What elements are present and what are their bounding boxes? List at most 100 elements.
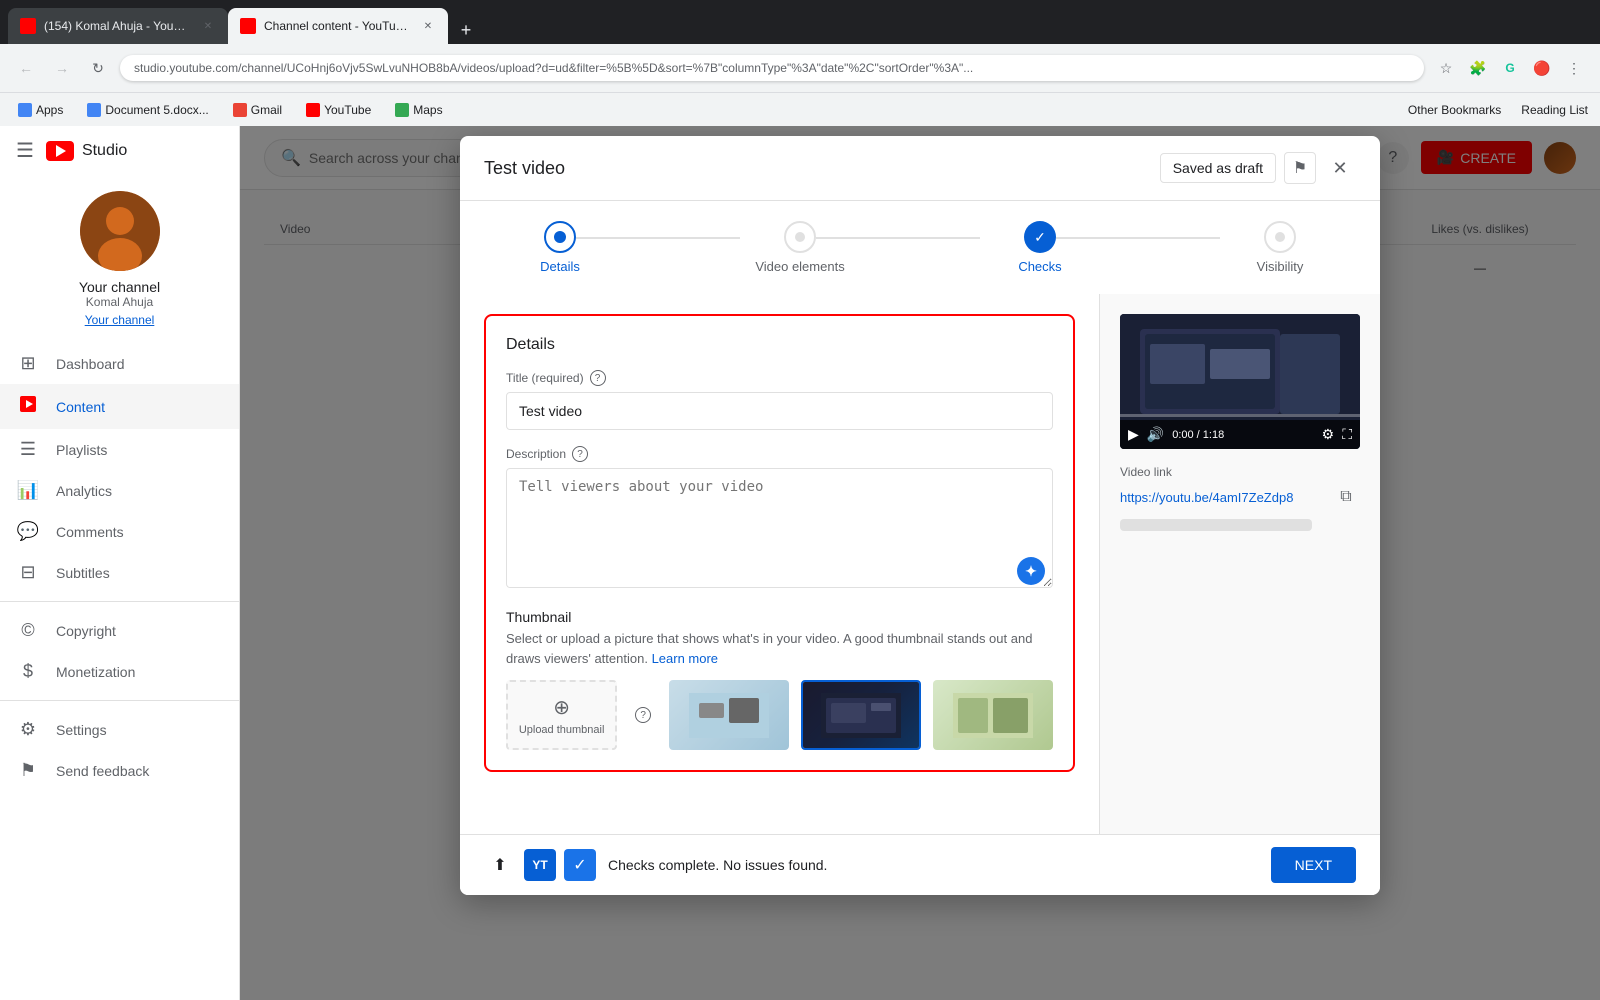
step-video-elements-circle <box>784 221 816 253</box>
sidebar-item-label-content: Content <box>56 399 105 415</box>
tab-youtube[interactable]: (154) Komal Ahuja - YouTube ✕ <box>8 8 228 44</box>
channel-avatar[interactable] <box>80 191 160 271</box>
sidebar-item-monetization[interactable]: $ Monetization <box>0 651 239 692</box>
nav-forward-button[interactable]: → <box>48 54 76 82</box>
extension-icon-2[interactable]: 🔴 <box>1528 54 1556 82</box>
extension-puzzle-icon[interactable]: 🧩 <box>1464 54 1492 82</box>
video-link-url[interactable]: https://youtu.be/4amI7ZeZdp8 <box>1120 490 1326 505</box>
title-input[interactable] <box>506 392 1053 430</box>
grammarly-icon[interactable]: G <box>1496 54 1524 82</box>
thumbnail-preview-2 <box>803 682 919 748</box>
flag-button[interactable]: ⚑ <box>1284 152 1316 184</box>
video-preview: ▶ 🔊 0:00 / 1:18 ⚙ ⛶ <box>1120 314 1360 449</box>
upload-thumbnail-button[interactable]: ⊕ Upload thumbnail <box>506 680 617 750</box>
address-input[interactable] <box>120 55 1424 81</box>
thumbnail-option-3[interactable] <box>933 680 1053 750</box>
playlists-icon: ☰ <box>16 439 40 460</box>
thumbnail-option-1[interactable] <box>669 680 789 750</box>
play-triangle-icon <box>56 145 66 157</box>
upload-modal: Test video Saved as draft ⚑ ✕ Details <box>460 136 1380 895</box>
bookmark-gmail[interactable]: Gmail <box>227 100 288 120</box>
channel-link[interactable]: Your channel <box>85 313 155 327</box>
dashboard-icon: ⊞ <box>16 353 40 374</box>
sidebar-item-label-copyright: Copyright <box>56 623 116 639</box>
sidebar-item-feedback[interactable]: ⚑ Send feedback <box>0 750 239 791</box>
tab-add-button[interactable]: + <box>452 16 480 44</box>
description-help-icon[interactable]: ? <box>572 446 588 462</box>
modal-right-panel: ▶ 🔊 0:00 / 1:18 ⚙ ⛶ Video li <box>1100 294 1380 834</box>
bookmark-youtube[interactable]: YouTube <box>300 100 377 120</box>
tab-title-youtube: (154) Komal Ahuja - YouTube <box>44 19 192 33</box>
help-thumbnail-button[interactable]: ? <box>629 680 657 750</box>
sidebar-item-comments[interactable]: 💬 Comments <box>0 511 239 552</box>
tab-close-youtube[interactable]: ✕ <box>200 18 216 34</box>
other-bookmarks[interactable]: Other Bookmarks Reading List <box>1408 103 1588 117</box>
comments-icon: 💬 <box>16 521 40 542</box>
upload-status-icon: ⬆ <box>484 849 516 881</box>
bookmark-docs-label: Document 5.docx... <box>105 103 208 117</box>
sidebar-item-playlists[interactable]: ☰ Playlists <box>0 429 239 470</box>
bookmark-star-icon[interactable]: ☆ <box>1432 54 1460 82</box>
sidebar-header: ☰ Studio <box>0 126 239 175</box>
title-field-label: Title (required) <box>506 371 584 385</box>
sidebar-item-subtitles[interactable]: ⊟ Subtitles <box>0 552 239 593</box>
app-layout: ☰ Studio Your channel Komal Ahuja <box>0 126 1600 1000</box>
saved-as-draft-button[interactable]: Saved as draft <box>1160 153 1276 183</box>
browser-chrome: (154) Komal Ahuja - YouTube ✕ Channel co… <box>0 0 1600 126</box>
reading-list-label: Reading List <box>1521 103 1588 117</box>
thumbnail-preview-1 <box>669 680 789 750</box>
play-button[interactable]: ▶ <box>1128 426 1139 443</box>
sidebar-item-copyright[interactable]: © Copyright <box>0 610 239 651</box>
sidebar-item-content[interactable]: Content <box>0 384 239 429</box>
description-input[interactable] <box>506 468 1053 588</box>
settings-video-icon[interactable]: ⚙ <box>1322 426 1335 443</box>
sidebar-item-label-playlists: Playlists <box>56 442 107 458</box>
content-icon <box>16 394 40 419</box>
modal-header: Test video Saved as draft ⚑ ✕ <box>460 136 1380 201</box>
title-label-row: Title (required) ? <box>506 370 1053 386</box>
close-modal-button[interactable]: ✕ <box>1324 152 1356 184</box>
bookmark-maps[interactable]: Maps <box>389 100 448 120</box>
thumbnail-title: Thumbnail <box>506 609 1053 625</box>
bookmarks-bar: Apps Document 5.docx... Gmail YouTube Ma… <box>0 92 1600 126</box>
ai-assist-icon[interactable]: ✦ <box>1017 557 1045 585</box>
video-time: 0:00 / 1:18 <box>1172 429 1224 441</box>
sidebar-item-label-subtitles: Subtitles <box>56 565 110 581</box>
copy-link-button[interactable]: ⧉ <box>1332 483 1360 511</box>
step-details[interactable]: Details <box>500 221 620 274</box>
sidebar-divider-1 <box>0 601 239 602</box>
tab-studio[interactable]: Channel content - YouTube St... ✕ <box>228 8 448 44</box>
volume-button[interactable]: 🔊 <box>1147 426 1164 443</box>
nav-back-button[interactable]: ← <box>12 54 40 82</box>
thumbnail-description: Select or upload a picture that shows wh… <box>506 629 1053 668</box>
bookmark-youtube-favicon <box>306 103 320 117</box>
learn-more-link[interactable]: Learn more <box>652 651 718 666</box>
step-video-elements[interactable]: Video elements <box>740 221 860 274</box>
ai-icon-symbol: ✦ <box>1025 563 1037 580</box>
tab-close-studio[interactable]: ✕ <box>420 18 436 34</box>
fullscreen-icon[interactable]: ⛶ <box>1342 426 1352 443</box>
bookmark-docs[interactable]: Document 5.docx... <box>81 100 214 120</box>
nav-refresh-button[interactable]: ↻ <box>84 54 112 82</box>
sidebar-item-settings[interactable]: ⚙ Settings <box>0 709 239 750</box>
sidebar-item-dashboard[interactable]: ⊞ Dashboard <box>0 343 239 384</box>
settings-icon[interactable]: ⋮ <box>1560 54 1588 82</box>
studio-text: Studio <box>82 142 127 160</box>
step-checks[interactable]: ✓ Checks <box>980 221 1100 274</box>
sidebar-item-analytics[interactable]: 📊 Analytics <box>0 470 239 511</box>
bookmark-youtube-label: YouTube <box>324 103 371 117</box>
bookmark-gmail-label: Gmail <box>251 103 282 117</box>
thumbnail-option-2[interactable] <box>801 680 921 750</box>
thumbnail-section: Thumbnail Select or upload a picture tha… <box>506 609 1053 750</box>
thumbnail-options: ⊕ Upload thumbnail ? <box>506 680 1053 750</box>
studio-logo[interactable]: Studio <box>46 141 127 161</box>
avatar-image <box>80 191 160 271</box>
browser-toolbar-icons: ☆ 🧩 G 🔴 ⋮ <box>1432 54 1588 82</box>
next-button[interactable]: NEXT <box>1271 847 1356 883</box>
bookmark-apps[interactable]: Apps <box>12 100 69 120</box>
hamburger-icon[interactable]: ☰ <box>16 138 34 163</box>
modal-body: Details Title (required) ? <box>460 294 1380 834</box>
step-visibility[interactable]: Visibility <box>1220 221 1340 274</box>
video-progress-bar[interactable] <box>1120 414 1360 417</box>
title-help-icon[interactable]: ? <box>590 370 606 386</box>
